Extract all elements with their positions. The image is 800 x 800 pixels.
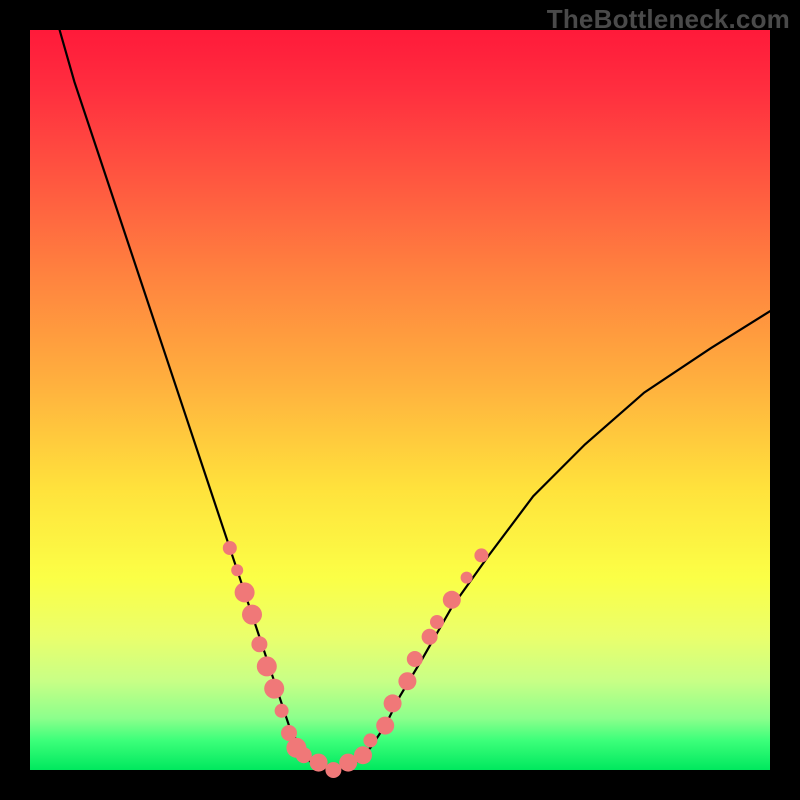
curve-marker [384, 694, 402, 712]
curve-marker [430, 615, 444, 629]
curve-marker [223, 541, 237, 555]
chart-frame: TheBottleneck.com [0, 0, 800, 800]
chart-plot-area [30, 30, 770, 770]
curve-marker [363, 733, 377, 747]
curve-marker [296, 747, 312, 763]
curve-marker [257, 656, 277, 676]
curve-marker [398, 672, 416, 690]
curve-marker [325, 762, 341, 778]
curve-marker [354, 746, 372, 764]
curve-marker [264, 679, 284, 699]
curve-marker [310, 754, 328, 772]
curve-marker [407, 651, 423, 667]
chart-svg [30, 30, 770, 770]
curve-marker [461, 572, 473, 584]
curve-markers [223, 541, 489, 778]
curve-marker [235, 582, 255, 602]
curve-marker [242, 605, 262, 625]
curve-marker [443, 591, 461, 609]
curve-marker [474, 548, 488, 562]
curve-marker [275, 704, 289, 718]
curve-marker [422, 629, 438, 645]
curve-marker [376, 717, 394, 735]
curve-marker [231, 564, 243, 576]
curve-marker [251, 636, 267, 652]
